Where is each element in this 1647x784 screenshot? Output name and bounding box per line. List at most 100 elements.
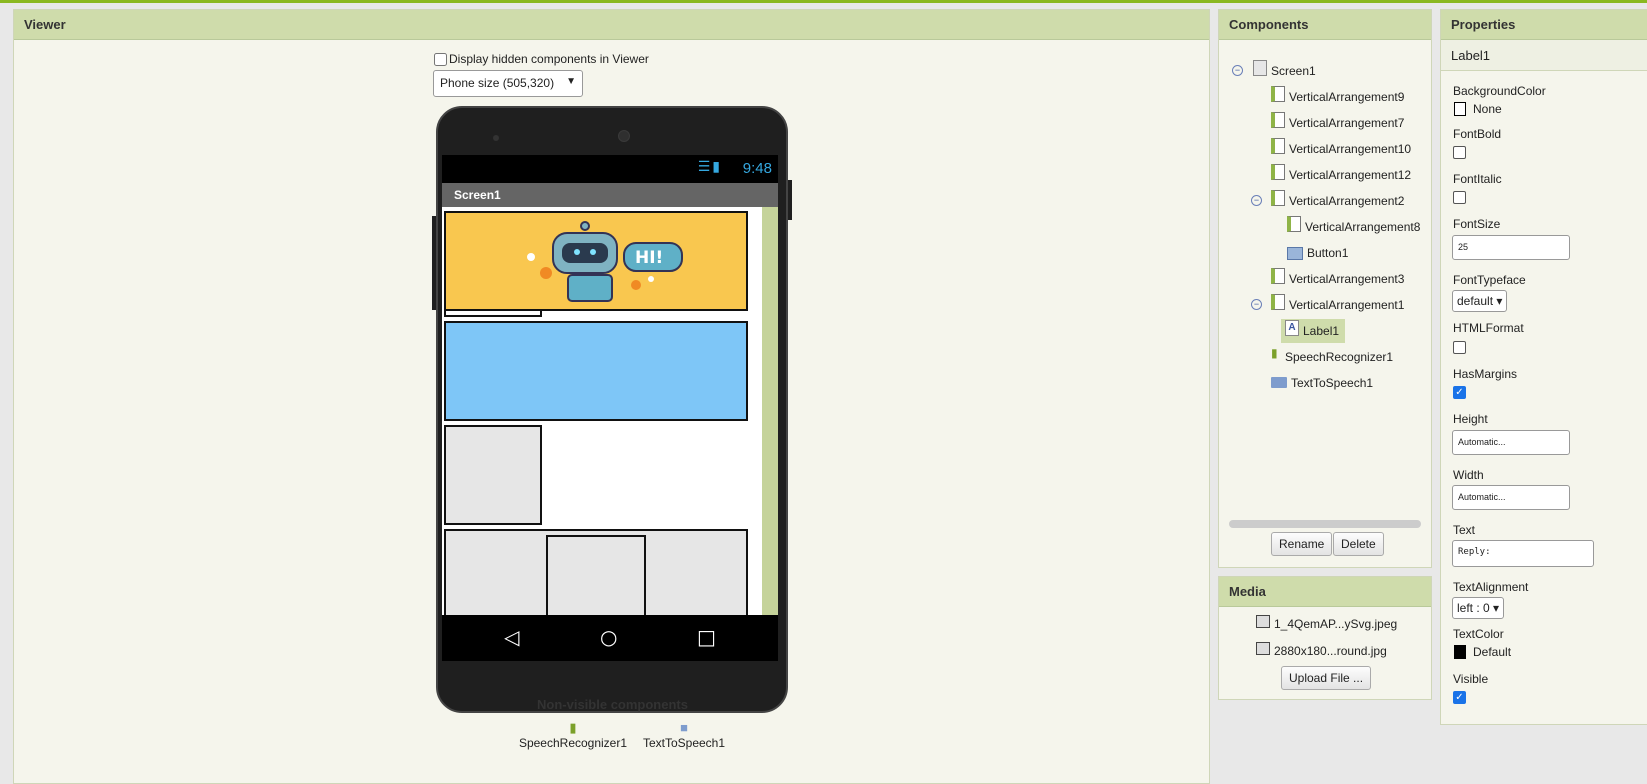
- phone-mockup: ☰▮ 9:48 Screen1 HI! ◁ ○ □: [432, 106, 792, 713]
- display-hidden-checkbox[interactable]: [434, 52, 447, 66]
- tree-item[interactable]: VerticalArrangement7: [1271, 112, 1404, 134]
- prop-label: FontBold: [1453, 127, 1502, 141]
- nonvisible-label: SpeechRecognizer1: [518, 736, 628, 750]
- components-panel: Components − Screen1 VerticalArrangement…: [1218, 9, 1432, 568]
- collapse-icon[interactable]: −: [1251, 195, 1262, 206]
- nonvisible-texttospeech[interactable]: ■ TextToSpeech1: [634, 720, 734, 750]
- properties-title: Properties: [1441, 10, 1647, 40]
- tree-item[interactable]: VerticalArrangement9: [1271, 86, 1404, 108]
- collapse-icon[interactable]: −: [1251, 299, 1262, 310]
- tree-item-label: VerticalArrangement2: [1289, 194, 1405, 208]
- camera-icon: [493, 135, 499, 141]
- components-title: Components: [1219, 10, 1431, 40]
- font-typeface-dropdown[interactable]: default ▾: [1452, 290, 1508, 312]
- display-hidden-label: Display hidden components in Viewer: [449, 52, 649, 66]
- width-input[interactable]: Automatic...: [1452, 485, 1570, 510]
- properties-panel: Properties Label1 BackgroundColor None F…: [1440, 9, 1647, 725]
- collapse-icon[interactable]: −: [1232, 65, 1243, 76]
- prop-label: HasMargins: [1453, 367, 1518, 381]
- nonvisible-speechrecognizer[interactable]: ▮ SpeechRecognizer1: [513, 720, 633, 750]
- prop-label: Text: [1453, 523, 1476, 537]
- button-block[interactable]: [444, 425, 542, 525]
- blue-arrangement-block[interactable]: [444, 321, 748, 421]
- tree-item[interactable]: − VerticalArrangement1: [1251, 294, 1404, 316]
- back-icon: ◁: [504, 625, 520, 649]
- tree-item-label: Screen1: [1271, 64, 1316, 78]
- tree-item-label: VerticalArrangement12: [1289, 168, 1412, 182]
- arrangement-icon: [1271, 86, 1285, 102]
- tree-item-label: TextToSpeech1: [1291, 376, 1374, 390]
- phone-status-bar: ☰▮ 9:48: [442, 155, 778, 183]
- font-bold-checkbox[interactable]: [1453, 146, 1466, 159]
- background-color-swatch[interactable]: [1454, 102, 1466, 116]
- selected-component-name: Label1: [1441, 40, 1647, 71]
- arrangement-icon: [1271, 294, 1285, 310]
- prop-label: Width: [1453, 468, 1484, 482]
- text-color-swatch[interactable]: [1454, 645, 1466, 659]
- speaker-icon: [618, 130, 630, 142]
- hi-speech-text: HI!: [635, 248, 663, 268]
- phone-size-value: Phone size (505,320): [440, 76, 555, 90]
- tree-item[interactable]: Button1: [1287, 242, 1348, 264]
- html-format-checkbox[interactable]: [1453, 341, 1466, 354]
- has-margins-checkbox[interactable]: ✓: [1453, 386, 1466, 399]
- top-accent-bar: [0, 0, 1647, 3]
- prop-label: HTMLFormat: [1453, 321, 1524, 335]
- arrangement-icon: [1271, 164, 1285, 180]
- viewer-panel: Viewer Display hidden components in View…: [13, 9, 1210, 784]
- media-file-name: 1_4QemAP...ySvg.jpeg: [1274, 617, 1398, 631]
- media-panel: Media 1_4QemAP...ySvg.jpeg 2880x180...ro…: [1218, 576, 1432, 700]
- phone-size-select[interactable]: Phone size (505,320) ▼: [433, 70, 583, 97]
- tree-item[interactable]: VerticalArrangement3: [1271, 268, 1404, 290]
- rename-button[interactable]: Rename: [1271, 532, 1333, 556]
- tree-item[interactable]: ▮ SpeechRecognizer1: [1271, 346, 1393, 368]
- tree-item-label: Button1: [1307, 246, 1349, 260]
- text-alignment-dropdown[interactable]: left : 0 ▾: [1452, 597, 1505, 619]
- text-textarea[interactable]: Reply:: [1452, 540, 1594, 567]
- microphone-icon: ▮: [569, 720, 577, 735]
- tree-item[interactable]: − VerticalArrangement2: [1251, 190, 1404, 212]
- viewer-title: Viewer: [14, 10, 1209, 40]
- tree-item-label: VerticalArrangement3: [1289, 272, 1405, 286]
- upload-file-button[interactable]: Upload File ...: [1281, 666, 1372, 690]
- display-hidden-toggle[interactable]: Display hidden components in Viewer: [434, 52, 649, 66]
- small-arrangement-block[interactable]: [444, 309, 542, 317]
- label-icon: A: [1285, 320, 1299, 336]
- phone-nav-bar: ◁ ○ □: [442, 615, 778, 661]
- chevron-down-icon: ▼: [566, 76, 576, 87]
- tree-item[interactable]: VerticalArrangement8: [1287, 216, 1420, 238]
- media-file-name: 2880x180...round.jpg: [1274, 644, 1387, 658]
- font-size-input[interactable]: 25: [1452, 235, 1570, 260]
- media-file[interactable]: 2880x180...round.jpg: [1256, 641, 1387, 658]
- phone-clock: 9:48: [742, 160, 772, 177]
- phone-screen: HI!: [442, 207, 778, 615]
- font-italic-checkbox[interactable]: [1453, 191, 1466, 204]
- arrangement-icon: [1271, 190, 1285, 206]
- label-block[interactable]: [546, 535, 646, 615]
- tree-item-screen1[interactable]: − Screen1: [1232, 60, 1316, 82]
- recents-icon: □: [697, 625, 716, 649]
- image-file-icon: [1256, 641, 1270, 655]
- nonvisible-components-title: Non-visible components: [537, 697, 688, 712]
- visible-checkbox[interactable]: ✓: [1453, 691, 1466, 704]
- text-color-value[interactable]: Default: [1473, 645, 1511, 659]
- phone-side-button: [432, 216, 436, 310]
- tree-item[interactable]: VerticalArrangement10: [1271, 138, 1411, 160]
- arrangement-icon: [1271, 268, 1285, 284]
- tree-item[interactable]: TextToSpeech1: [1271, 372, 1373, 394]
- background-color-value[interactable]: None: [1473, 102, 1502, 116]
- tree-item[interactable]: VerticalArrangement12: [1271, 164, 1411, 186]
- wifi-signal-battery-icon: ☰▮: [697, 159, 722, 175]
- height-input[interactable]: Automatic...: [1452, 430, 1570, 455]
- phone-side-button: [788, 180, 792, 220]
- tree-item-label: VerticalArrangement1: [1289, 298, 1405, 312]
- screen-scrollbar[interactable]: [762, 207, 778, 615]
- prop-label: TextAlignment: [1453, 580, 1529, 594]
- tree-item-label1-selected[interactable]: A Label1: [1281, 319, 1346, 343]
- image-arrangement-block[interactable]: HI!: [444, 211, 748, 311]
- delete-button[interactable]: Delete: [1333, 532, 1384, 556]
- media-file[interactable]: 1_4QemAP...ySvg.jpeg: [1256, 614, 1398, 631]
- components-horizontal-scrollbar[interactable]: [1229, 520, 1421, 528]
- prop-label: BackgroundColor: [1453, 84, 1546, 98]
- prop-label: Height: [1453, 412, 1488, 426]
